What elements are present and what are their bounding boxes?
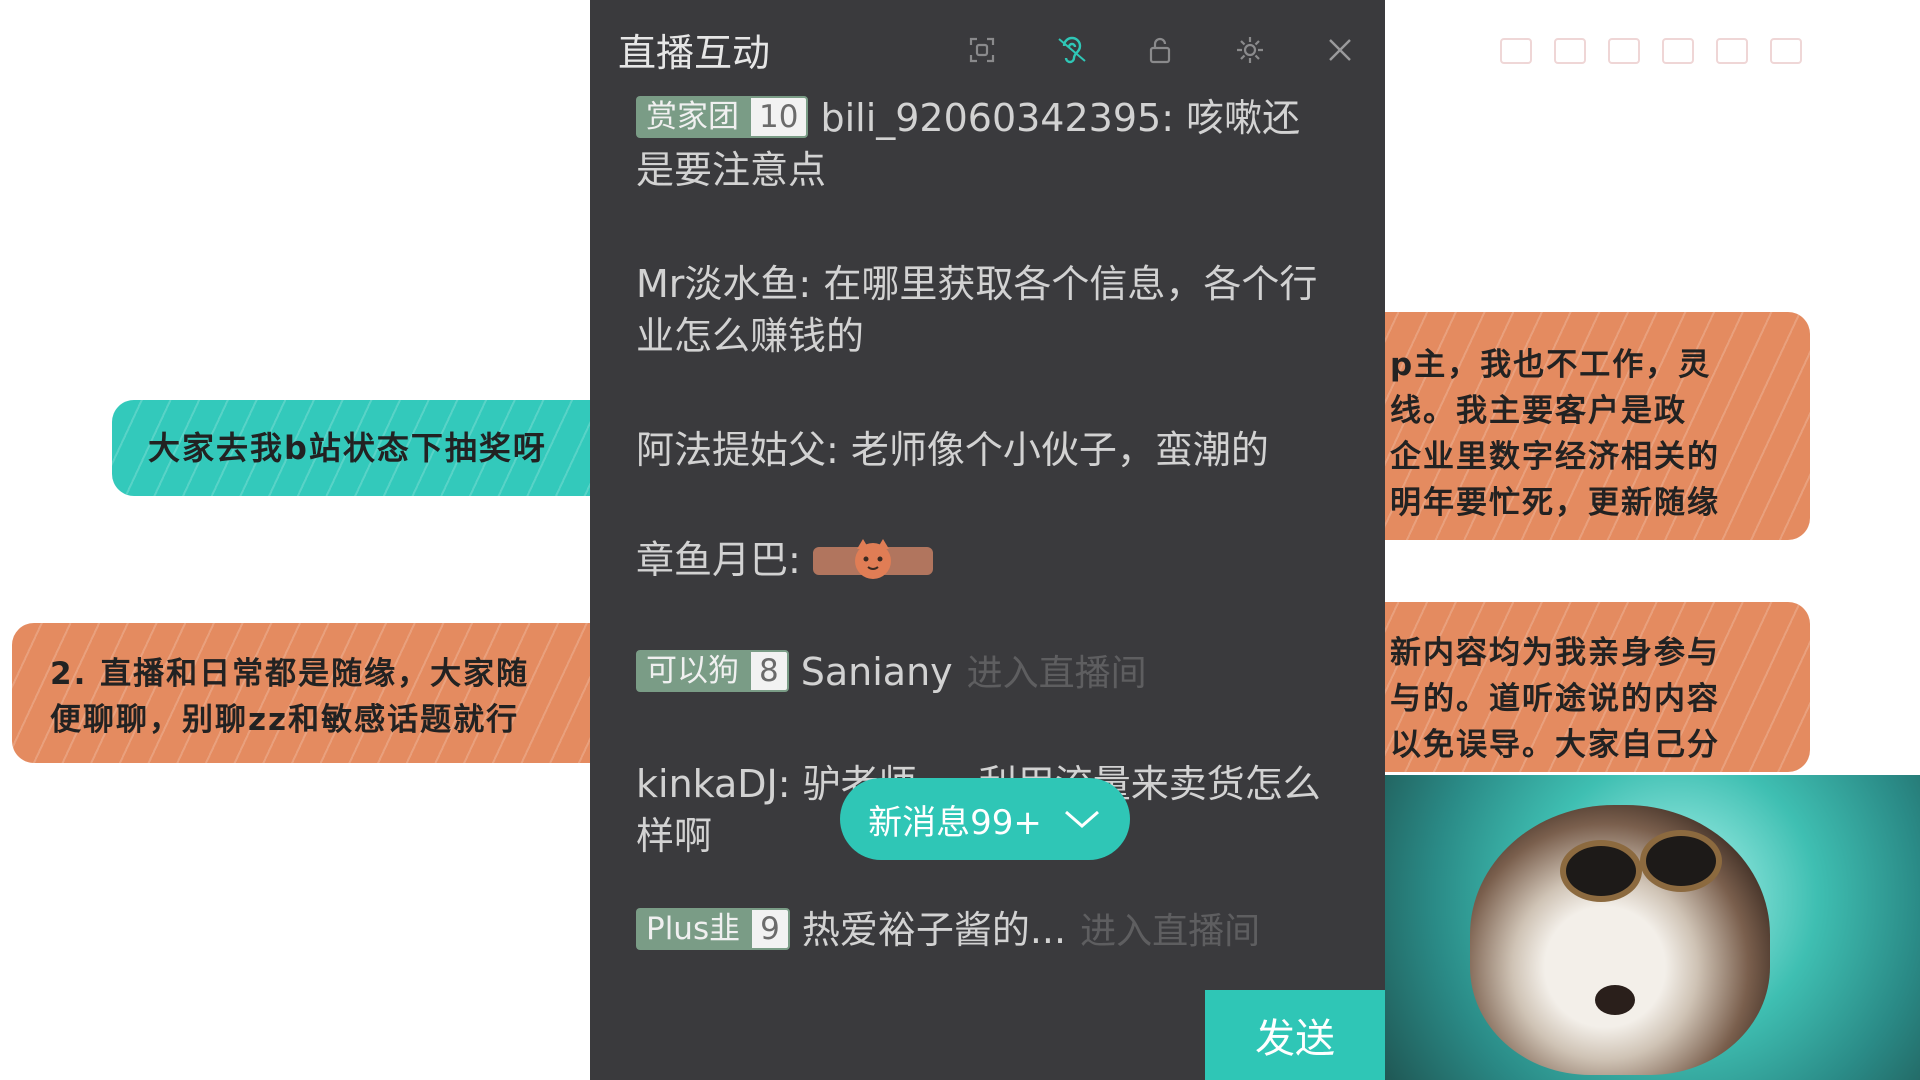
panel-title: 直播互动 [618,31,771,75]
chevron-down-icon [1064,810,1099,828]
chat-separator: : [798,262,824,306]
content-note: 新内容均为我亲身参与 与的。道听途说的内容 以免误导。大家自己分 [1340,602,1810,772]
fan-badge[interactable]: 可以狗 8 [636,649,789,692]
badge-level: 10 [749,95,809,138]
send-button[interactable]: 发送 [1205,990,1385,1080]
toolbar-icon [1662,38,1694,64]
goggle-left [1560,840,1642,902]
chat-username[interactable]: 阿法提姑父 [636,428,826,472]
fan-badge[interactable]: Plus韭 9 [636,907,790,950]
toolbar-icon [1716,38,1748,64]
intro-note: p主，我也不工作，灵 线。我主要客户是政 企业里数字经济相关的 明年要忙死，更新… [1340,312,1810,540]
chat-separator: : [777,762,803,806]
chat-message: 可以狗 8 Saniany 进入直播间 [636,646,1336,700]
chat-username[interactable]: Saniany [801,650,953,694]
badge-name: 可以狗 [636,649,749,692]
chat-username[interactable]: bili_92060342395 [820,96,1161,140]
rules-note: 2. 直播和日常都是随缘，大家随 便聊聊，别聊zz和敏感话题就行 [12,623,652,763]
chat-separator: : [1161,96,1187,140]
badge-level: 8 [749,649,789,692]
new-messages-label: 新消息99+ [868,802,1042,843]
live-interaction-panel: 直播互动 赏家团 10 bili_92060342395: 咳嗽还是要注意点 Mr淡… [590,0,1385,1080]
lottery-note: 大家去我b站状态下抽奖呀 [112,400,652,496]
picture-in-picture-icon[interactable] [962,30,1002,70]
content-note-line: 新内容均为我亲身参与 [1390,635,1720,671]
content-note-line: 以免误导。大家自己分 [1390,727,1720,763]
badge-level: 9 [750,907,790,950]
badge-name: Plus韭 [636,907,751,950]
chat-message: 阿法提姑父: 老师像个小伙子，蛮潮的 [636,424,1336,476]
intro-note-line: 线。我主要客户是政 [1390,393,1687,429]
mask-nose [1595,985,1635,1015]
goggle-right [1640,830,1722,892]
intro-note-line: 企业里数字经济相关的 [1390,439,1720,475]
ear-icon[interactable] [1052,30,1092,70]
toolbar-icon [1608,38,1640,64]
lock-icon[interactable] [1140,30,1180,70]
content-note-line: 与的。道听途说的内容 [1390,681,1720,717]
entry-hint: 进入直播间 [966,653,1147,694]
gear-icon[interactable] [1230,30,1270,70]
badge-name: 赏家团 [636,95,749,138]
entry-hint: 进入直播间 [1080,911,1261,952]
cat-emote-icon [812,537,933,581]
intro-note-line: p主，我也不工作，灵 [1390,347,1712,383]
chat-username[interactable]: Mr淡水鱼 [636,262,798,306]
webcam-feed [1380,775,1920,1080]
chat-message: Mr淡水鱼: 在哪里获取各个信息，各个行业怎么赚钱的 [636,258,1336,362]
intro-note-line: 明年要忙死，更新随缘 [1390,485,1720,521]
new-messages-button[interactable]: 新消息99+ [840,778,1130,860]
toolbar-icon [1500,38,1532,64]
chat-text: 老师像个小伙子，蛮潮的 [850,428,1269,472]
close-icon[interactable] [1320,30,1360,70]
background-toolbar [1500,38,1890,98]
fan-badge[interactable]: 赏家团 10 [636,95,809,138]
chat-message: Plus韭 9 热爱裕子酱的... 进入直播间 [636,904,1336,958]
chat-separator: : [826,428,851,472]
chat-separator: : [788,538,813,582]
rules-note-line: 2. 直播和日常都是随缘，大家随 [50,656,530,692]
rules-note-line: 便聊聊，别聊zz和敏感话题就行 [50,702,520,738]
chat-username[interactable]: 章鱼月巴 [636,538,788,582]
toolbar-icon [1770,38,1802,64]
lottery-note-text: 大家去我b站状态下抽奖呀 [148,429,547,467]
chat-username[interactable]: 热爱裕子酱的... [802,908,1066,952]
chat-message: 赏家团 10 bili_92060342395: 咳嗽还是要注意点 [636,92,1336,196]
chat-message: 章鱼月巴: [636,534,1336,586]
chat-username[interactable]: kinkaDJ [636,762,778,806]
toolbar-icon [1554,38,1586,64]
